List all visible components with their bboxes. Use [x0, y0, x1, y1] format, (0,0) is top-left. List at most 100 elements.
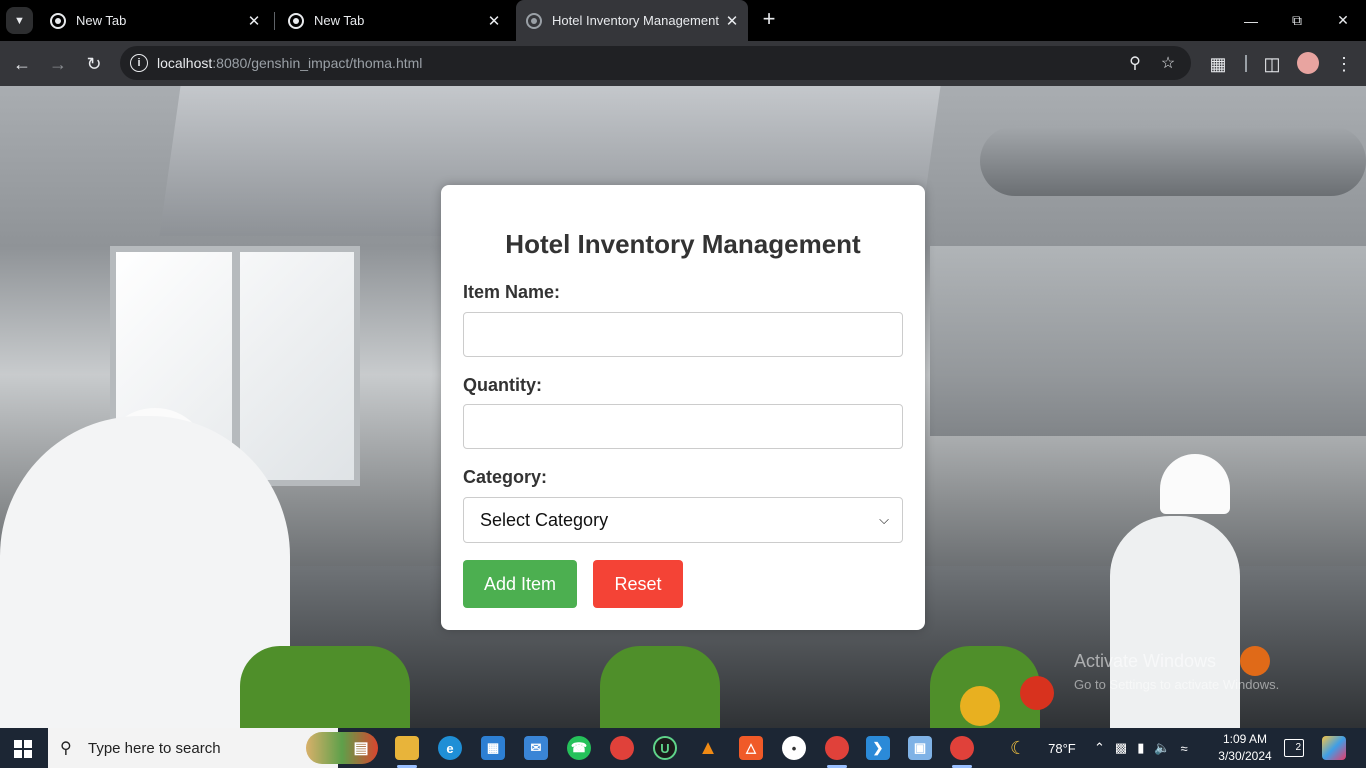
clock-time: 1:09 AM [1222, 732, 1268, 746]
chevron-down-icon: ⌵ [879, 512, 889, 527]
chrome-active-icon[interactable] [950, 736, 974, 768]
side-panel-button[interactable]: ◫ [1258, 50, 1286, 78]
copilot-icon[interactable] [1322, 736, 1346, 760]
forward-button[interactable]: → [44, 50, 72, 78]
quantity-label: Quantity: [463, 375, 542, 395]
new-tab-button[interactable]: + [757, 8, 781, 32]
chevron-down-icon: ▼ [14, 14, 25, 27]
windows-start-icon[interactable] [14, 740, 32, 758]
restore-icon: ⧉ [1292, 12, 1302, 28]
arrow-right-icon: → [49, 53, 67, 74]
close-icon[interactable]: ✕ [244, 11, 264, 31]
weather-moon-icon: ☾ [1010, 737, 1027, 758]
close-window-button[interactable]: ✕ [1320, 0, 1366, 41]
tab-title: New Tab [314, 13, 365, 28]
tab-title: New Tab [76, 13, 127, 28]
tab-new-tab-2[interactable]: New Tab ✕ [278, 6, 510, 35]
zoom-icon[interactable]: ⚲ [1124, 52, 1146, 74]
chrome-icon [288, 12, 304, 29]
file-explorer-icon[interactable] [395, 736, 419, 768]
background-pepper [1240, 646, 1270, 676]
activate-windows-title: Activate Windows [1074, 651, 1217, 671]
close-icon[interactable]: ✕ [722, 11, 742, 31]
microsoft-store-icon[interactable]: ▦ [481, 736, 505, 760]
clock[interactable]: 1:09 AM 3/30/2024 [1212, 731, 1278, 765]
avatar[interactable] [1297, 52, 1319, 74]
side-panel-icon: ◫ [1263, 53, 1281, 74]
background-chef [1110, 516, 1240, 728]
url-path: :8080/genshin_impact/thoma.html [212, 55, 423, 71]
search-icon: ⚲ [60, 740, 72, 757]
arrow-left-icon: ← [13, 53, 31, 74]
address-bar[interactable]: i localhost:8080/genshin_impact/thoma.ht… [120, 46, 1191, 80]
clock-date: 3/30/2024 [1218, 749, 1272, 763]
taskbar: ⚲ Type here to search ▤ e ▦ ✉ ☎ U ▲ △ • … [0, 728, 1366, 768]
tab-hotel-inventory[interactable]: Hotel Inventory Management ✕ [516, 0, 748, 41]
weather-temperature: 78°F [1048, 740, 1076, 756]
taskbar-search[interactable]: ⚲ Type here to search [48, 728, 378, 768]
vscode-icon[interactable]: ❯ [866, 736, 890, 760]
volume-icon[interactable]: 🔈 [1154, 740, 1170, 756]
url-text[interactable]: localhost:8080/genshin_impact/thoma.html [157, 55, 422, 71]
star-icon[interactable]: ☆ [1157, 52, 1179, 74]
tab-new-tab-1[interactable]: New Tab ✕ [40, 6, 270, 35]
whatsapp-icon[interactable]: ☎ [567, 736, 591, 760]
chrome-icon [50, 12, 66, 29]
upwork-icon[interactable]: U [653, 736, 677, 760]
reset-button[interactable]: Reset [593, 560, 683, 608]
close-icon: ✕ [1337, 12, 1349, 28]
more-vert-icon: ⋮ [1335, 53, 1353, 74]
browser-tab-strip: ▼ New Tab ✕ New Tab ✕ Hotel Inventory Ma… [0, 0, 1366, 41]
system-tray: ⌃ ▩ ▮ 🔈 ≈ [1094, 728, 1188, 768]
background-pepper [960, 686, 1000, 726]
site-info-icon[interactable]: i [130, 54, 148, 72]
weather-widget[interactable]: ☾ 78°F [1010, 728, 1076, 768]
wifi-icon[interactable]: ≈ [1181, 741, 1188, 756]
back-button[interactable]: ← [8, 50, 36, 78]
background-right-hood [930, 246, 1366, 436]
chrome-icon[interactable] [610, 736, 634, 760]
tab-search-button[interactable]: ▼ [6, 7, 33, 34]
vlc-icon[interactable]: ▲ [696, 736, 720, 760]
extensions-button[interactable]: ▦ [1204, 50, 1232, 78]
close-icon[interactable]: ✕ [484, 11, 504, 31]
app-icon[interactable]: • [782, 736, 806, 760]
page-viewport: Activate Windows Go to Settings to activ… [0, 86, 1366, 728]
url-host: localhost [157, 55, 213, 71]
tab-title: Hotel Inventory Management [552, 13, 719, 28]
quantity-input[interactable] [463, 404, 903, 449]
puzzle-icon: ▦ [1209, 53, 1227, 74]
virtualbox-icon[interactable]: ▣ [908, 736, 932, 760]
page-title: Hotel Inventory Management [505, 229, 861, 259]
chevron-up-icon[interactable]: ⌃ [1094, 740, 1105, 756]
tab-separator [274, 12, 275, 30]
browser-toolbar: ← → ↻ i localhost:8080/genshin_impact/th… [0, 41, 1366, 86]
item-name-input[interactable] [463, 312, 903, 357]
chrome-profile-icon[interactable] [825, 736, 849, 768]
reload-button[interactable]: ↻ [80, 50, 108, 78]
background-duct [980, 126, 1366, 196]
mail-icon[interactable]: ✉ [524, 736, 548, 760]
category-select[interactable]: Select Category ⌵ [463, 497, 903, 543]
item-name-label: Item Name: [463, 282, 561, 302]
minimize-button[interactable]: — [1228, 0, 1274, 41]
category-label: Category: [463, 467, 548, 487]
edge-icon[interactable]: e [438, 736, 462, 760]
background-vegetables [600, 646, 720, 728]
background-chef-hat [1160, 454, 1230, 514]
globe-icon [526, 12, 542, 29]
brave-icon[interactable]: △ [739, 736, 763, 760]
add-item-button[interactable]: Add Item [463, 560, 577, 608]
category-selected-value: Select Category [480, 509, 609, 530]
notification-icon[interactable]: 2 [1284, 739, 1304, 757]
restore-button[interactable]: ⧉ [1274, 0, 1320, 41]
inventory-form-card: Hotel Inventory Management Item Name: Qu… [441, 185, 925, 630]
task-view-icon[interactable]: ▤ [349, 736, 373, 760]
toolbar-divider [1245, 55, 1247, 72]
reload-icon: ↻ [86, 53, 102, 74]
menu-button[interactable]: ⋮ [1330, 50, 1358, 78]
activate-windows-subtitle: Go to Settings to activate Windows. [1074, 677, 1280, 692]
background-vegetables [240, 646, 410, 728]
meet-now-icon[interactable]: ▩ [1115, 740, 1127, 756]
battery-icon[interactable]: ▮ [1137, 740, 1144, 756]
